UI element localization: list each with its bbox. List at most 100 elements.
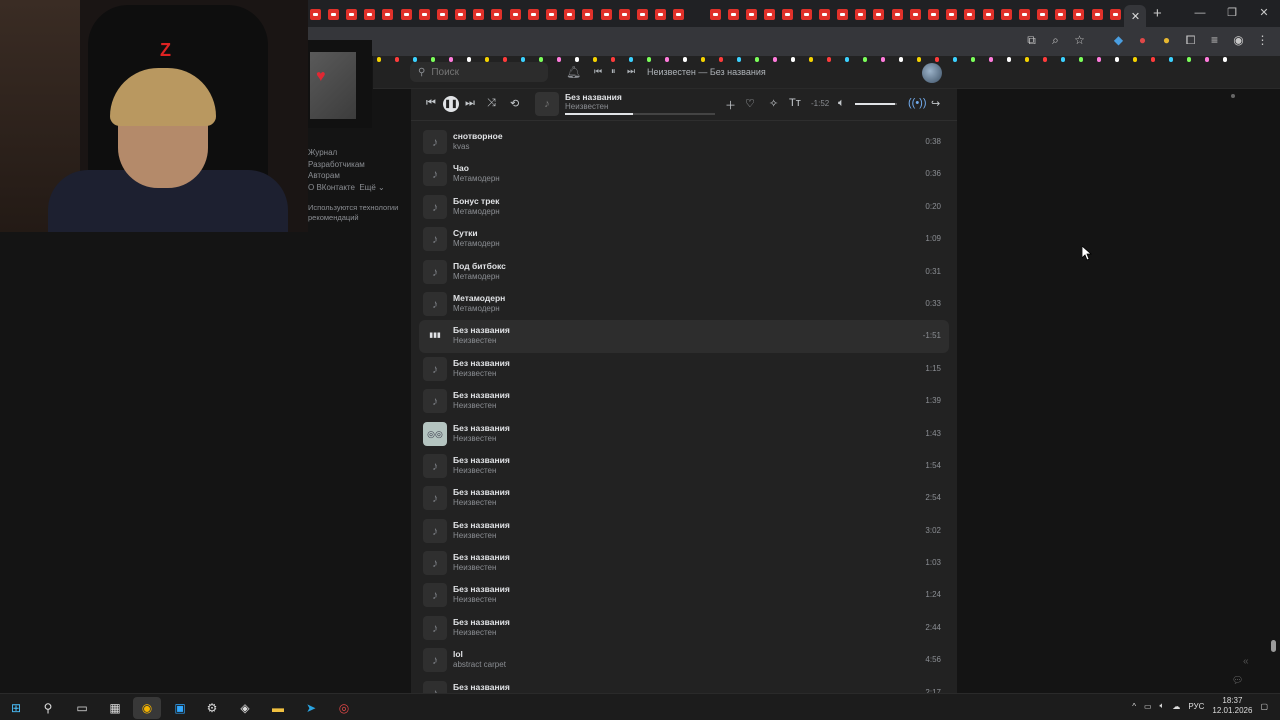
browser-tab[interactable]: [779, 5, 797, 23]
music-note-icon[interactable]: ♪: [423, 389, 447, 414]
music-note-icon[interactable]: ♪: [423, 194, 447, 219]
track-artist[interactable]: Метамодерн: [453, 272, 500, 281]
header-now-playing[interactable]: Неизвестен — Без названия: [647, 67, 766, 77]
browser-tab[interactable]: [361, 5, 379, 23]
music-note-icon[interactable]: ♪: [423, 583, 447, 608]
close-window-button[interactable]: ✕: [1248, 0, 1280, 27]
user-avatar[interactable]: [922, 63, 942, 83]
network-icon[interactable]: ▭: [1144, 702, 1152, 711]
bookmark-star-icon[interactable]: ☆: [1072, 33, 1087, 48]
track-title[interactable]: Без названия: [453, 487, 510, 497]
steam-icon[interactable]: ⚙: [198, 697, 226, 719]
track-title[interactable]: Без названия: [453, 325, 510, 335]
browser-tab[interactable]: [797, 5, 815, 23]
track-row[interactable]: ♪ Без названия Неизвестен 1:24: [419, 579, 949, 611]
menu-dots-icon[interactable]: ⋮: [1255, 33, 1270, 48]
zoom-icon[interactable]: ⌕: [1048, 33, 1063, 48]
track-row[interactable]: ♪ Без названия Неизвестен 1:03: [419, 547, 949, 579]
collapse-chevrons-icon[interactable]: «: [1243, 656, 1249, 667]
equalizer-icon[interactable]: ▮▮▮: [423, 324, 447, 348]
browser-tab[interactable]: [743, 5, 761, 23]
file-explorer-icon[interactable]: ▬: [264, 697, 292, 719]
close-tab-icon[interactable]: ✕: [1131, 10, 1140, 23]
notifications-icon[interactable]: ▢: [1260, 702, 1268, 711]
recommendations-icon[interactable]: ✧: [769, 97, 778, 110]
track-artist[interactable]: Неизвестен: [453, 434, 496, 443]
music-note-icon[interactable]: ♪: [423, 453, 447, 478]
browser-tab[interactable]: [997, 5, 1015, 23]
extensions-puzzle-icon[interactable]: ⧠: [1183, 33, 1198, 48]
search-box[interactable]: ⚲: [410, 62, 548, 82]
telegram-icon[interactable]: ➤: [297, 697, 325, 719]
add-icon[interactable]: ＋: [725, 97, 736, 113]
scrollbar-thumb[interactable]: [1271, 640, 1276, 652]
shuffle-icon[interactable]: ⤨: [487, 97, 496, 110]
volume-slider[interactable]: [855, 103, 897, 105]
browser-tab[interactable]: [815, 5, 833, 23]
track-artist[interactable]: kvas: [453, 142, 469, 151]
extension-icon[interactable]: ◆: [1111, 33, 1126, 48]
translate-icon[interactable]: ⧉: [1024, 33, 1039, 48]
track-row[interactable]: ♪ Без названия Неизвестен 2:44: [419, 612, 949, 644]
music-note-icon[interactable]: ♪: [423, 356, 447, 381]
profile-avatar-icon[interactable]: ◉: [1231, 33, 1246, 48]
progress-bar[interactable]: [565, 113, 715, 115]
track-artist[interactable]: Неизвестен: [453, 401, 496, 410]
track-artist[interactable]: abstract carpet: [453, 660, 506, 669]
obs-icon[interactable]: ◎: [330, 697, 358, 719]
browser-tab[interactable]: [470, 5, 488, 23]
track-artist[interactable]: Неизвестен: [453, 369, 496, 378]
chat-bubble-icon[interactable]: 💬︎: [1232, 675, 1246, 689]
browser-tab[interactable]: [561, 5, 579, 23]
track-row[interactable]: ♪ Сутки Метамодерн 1:09: [419, 223, 949, 255]
volume-icon[interactable]: 🔈︎: [838, 97, 845, 110]
browser-tab[interactable]: [597, 5, 615, 23]
browser-tab[interactable]: [452, 5, 470, 23]
track-title[interactable]: Чао: [453, 163, 469, 173]
now-playing-artist[interactable]: Неизвестен: [565, 102, 608, 111]
track-row[interactable]: ♪ Под битбокс Метамодерн 0:31: [419, 256, 949, 288]
track-title[interactable]: Без названия: [453, 455, 510, 465]
extension-icon[interactable]: ●: [1135, 33, 1150, 48]
browser-tab[interactable]: [1034, 5, 1052, 23]
header-pause-icon[interactable]: ⏸: [611, 66, 616, 77]
track-artist[interactable]: Метамодерн: [453, 207, 500, 216]
music-note-icon[interactable]: ♪: [423, 518, 447, 543]
music-note-icon[interactable]: ♪: [423, 648, 447, 673]
header-next-icon[interactable]: ⏭: [627, 66, 635, 77]
track-row[interactable]: ♪ Без названия Неизвестен 1:15: [419, 353, 949, 385]
share-icon[interactable]: ↪: [931, 97, 940, 110]
calculator-icon[interactable]: ▦: [101, 697, 129, 719]
track-artist[interactable]: Неизвестен: [453, 466, 496, 475]
track-title[interactable]: Без названия: [453, 358, 510, 368]
music-note-icon[interactable]: ♪: [423, 615, 447, 640]
track-artist[interactable]: Неизвестен: [453, 628, 496, 637]
track-row[interactable]: ♪ снотворное kvas 0:38: [419, 126, 949, 158]
track-cover[interactable]: ◎◎: [423, 421, 447, 446]
browser-tab[interactable]: [488, 5, 506, 23]
track-title[interactable]: Без названия: [453, 617, 510, 627]
search-icon[interactable]: ⚲: [34, 697, 62, 719]
track-artist[interactable]: Неизвестен: [453, 531, 496, 540]
track-artist[interactable]: Неизвестен: [453, 595, 496, 604]
active-tab[interactable]: ✕: [1124, 5, 1147, 27]
track-row[interactable]: ♪ Чао Метамодерн 0:36: [419, 158, 949, 190]
music-note-icon[interactable]: ♪: [423, 259, 447, 284]
cloud-icon[interactable]: ☁: [1172, 702, 1180, 711]
restore-button[interactable]: ❐: [1216, 0, 1248, 27]
browser-tab[interactable]: [324, 5, 342, 23]
track-row[interactable]: ◎◎ Без названия Неизвестен 1:43: [419, 418, 949, 450]
browser-tab[interactable]: [833, 5, 851, 23]
track-row[interactable]: ♪ Без названия Неизвестен 2:54: [419, 482, 949, 514]
track-row[interactable]: ▮▮▮ Без названия Неизвестен -1:51: [419, 320, 949, 353]
track-row[interactable]: ♪ Без названия Неизвестен 3:02: [419, 515, 949, 547]
browser-tab[interactable]: [1106, 5, 1124, 23]
browser-tab[interactable]: [542, 5, 560, 23]
track-artist[interactable]: Неизвестен: [453, 563, 496, 572]
browser-tab[interactable]: [961, 5, 979, 23]
browser-tab[interactable]: [852, 5, 870, 23]
browser-tab[interactable]: [579, 5, 597, 23]
music-note-icon[interactable]: ♪: [423, 291, 447, 316]
link-journal[interactable]: Журнал: [308, 147, 408, 159]
browser-tab[interactable]: [506, 5, 524, 23]
